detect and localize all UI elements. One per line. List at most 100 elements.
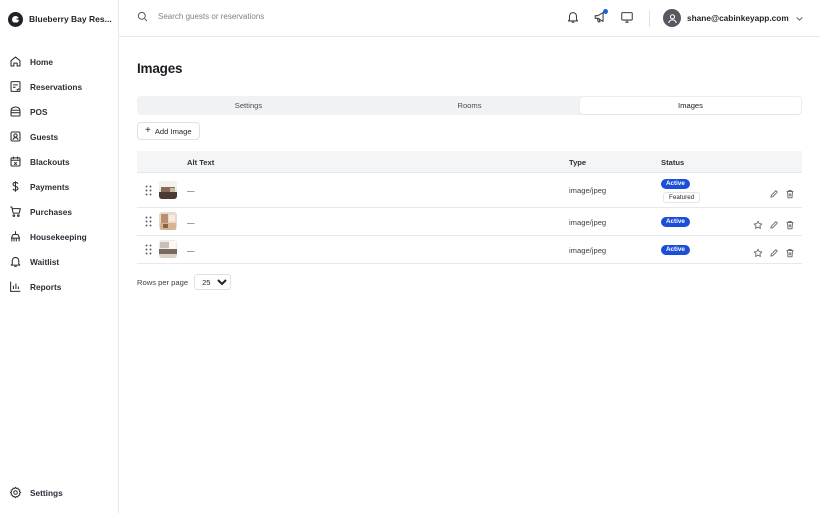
monitor-icon <box>621 12 633 23</box>
calendar-icon <box>10 156 21 167</box>
drag-handle-icon[interactable] <box>145 185 152 196</box>
dollar-icon <box>12 181 19 192</box>
avatar <box>663 9 681 27</box>
user-icon <box>667 13 677 23</box>
sidebar-item-label: Settings <box>30 487 63 498</box>
delete-button[interactable] <box>785 186 795 199</box>
alt-text-cell: — <box>187 218 195 227</box>
feature-button[interactable] <box>753 245 763 257</box>
star-icon <box>753 220 763 229</box>
image-thumbnail[interactable] <box>159 181 177 199</box>
sidebar-item-label: POS <box>30 106 48 117</box>
header-type: Type <box>569 158 587 167</box>
table-row: — image/jpeg Active <box>137 208 802 236</box>
sidebar-item-label: Guests <box>30 131 59 142</box>
sidebar-item-blackouts[interactable]: Blackouts <box>0 149 118 174</box>
sidebar-nav: Home Reservations POS Guests Blackouts P… <box>0 49 118 299</box>
image-thumbnail[interactable] <box>159 212 177 230</box>
notifications-button[interactable] <box>566 10 580 24</box>
rows-per-page-select[interactable]: 25 <box>194 274 232 290</box>
pagination: Rows per page 25 <box>137 274 232 290</box>
rows-per-page-label: Rows per page <box>137 277 189 287</box>
sidebar-settings-section: Settings <box>0 480 118 505</box>
announcements-button[interactable] <box>593 9 608 24</box>
status-badge: Active <box>661 179 690 189</box>
brand[interactable]: Blueberry Bay Res... <box>8 10 112 28</box>
table-row: — image/jpeg Active <box>137 236 802 264</box>
type-cell: image/jpeg <box>569 186 607 195</box>
table-row: — image/jpeg Active Featured <box>137 173 802 208</box>
star-icon <box>753 248 763 257</box>
sidebar-item-purchases[interactable]: Purchases <box>0 199 118 224</box>
tab-settings[interactable]: Settings <box>138 97 359 114</box>
guests-icon <box>10 131 21 142</box>
pencil-icon <box>770 190 778 198</box>
search-bar <box>137 11 418 22</box>
cart-icon <box>10 206 21 217</box>
trash-icon <box>786 249 794 258</box>
sidebar-item-reports[interactable]: Reports <box>0 274 118 299</box>
sidebar-item-label: Housekeeping <box>30 231 87 242</box>
sidebar-item-payments[interactable]: Payments <box>0 174 118 199</box>
sidebar-item-waitlist[interactable]: Waitlist <box>0 249 118 274</box>
sidebar-item-label: Reports <box>30 281 62 292</box>
sidebar-item-housekeeping[interactable]: Housekeeping <box>0 224 118 249</box>
add-image-label: Add Image <box>154 126 192 136</box>
pos-icon <box>10 106 21 117</box>
user-email: shane@cabinkeyapp.com <box>687 13 789 23</box>
edit-button[interactable] <box>769 245 779 257</box>
trash-icon <box>786 221 794 230</box>
plus-icon: + <box>145 125 151 136</box>
sidebar-item-settings[interactable]: Settings <box>0 480 118 505</box>
app-root: Blueberry Bay Res... Home Reservations P… <box>0 0 820 513</box>
topbar-divider <box>649 10 650 27</box>
alt-text-cell: — <box>187 246 195 255</box>
search-input[interactable] <box>158 12 418 21</box>
status-badge: Active <box>661 217 690 227</box>
sidebar-item-label: Payments <box>30 181 70 192</box>
bell-icon <box>567 12 579 23</box>
drag-handle-icon[interactable] <box>145 244 152 255</box>
user-menu[interactable]: shane@cabinkeyapp.com <box>663 9 804 27</box>
sidebar-item-reservations[interactable]: Reservations <box>0 74 118 99</box>
sidebar-item-home[interactable]: Home <box>0 49 118 74</box>
notification-dot <box>603 9 608 14</box>
table-header: Alt Text Type Status <box>137 151 802 173</box>
alt-text-cell: — <box>187 186 195 195</box>
search-icon <box>137 11 148 22</box>
featured-badge: Featured <box>663 192 701 203</box>
edit-button[interactable] <box>769 217 779 229</box>
sidebar-item-label: Purchases <box>30 206 72 217</box>
sidebar: Blueberry Bay Res... Home Reservations P… <box>0 0 119 513</box>
tab-rooms[interactable]: Rooms <box>359 97 580 114</box>
edit-button[interactable] <box>769 186 779 198</box>
topbar-actions <box>566 9 634 24</box>
add-image-button[interactable]: + Add Image <box>137 122 200 140</box>
delete-button[interactable] <box>785 245 795 258</box>
housekeeping-icon <box>10 231 21 242</box>
type-cell: image/jpeg <box>569 218 607 227</box>
status-badge: Active <box>661 245 690 255</box>
pencil-icon <box>770 221 778 229</box>
sidebar-item-label: Reservations <box>30 81 83 92</box>
display-button[interactable] <box>620 10 634 24</box>
header-status: Status <box>661 158 685 167</box>
page-title: Images <box>137 61 183 76</box>
gear-icon <box>9 486 22 499</box>
chart-icon <box>10 281 21 292</box>
type-cell: image/jpeg <box>569 246 607 255</box>
feature-button[interactable] <box>753 217 763 229</box>
delete-button[interactable] <box>785 217 795 230</box>
sidebar-item-pos[interactable]: POS <box>0 99 118 124</box>
header-alt-text: Alt Text <box>187 158 215 167</box>
bell-icon <box>10 256 21 267</box>
home-icon <box>10 56 21 67</box>
trash-icon <box>786 190 794 199</box>
drag-handle-icon[interactable] <box>145 216 152 227</box>
sidebar-item-label: Waitlist <box>30 256 60 267</box>
sidebar-item-guests[interactable]: Guests <box>0 124 118 149</box>
image-thumbnail[interactable] <box>159 240 177 258</box>
tab-images[interactable]: Images <box>580 97 801 114</box>
brand-logo-icon <box>8 11 23 27</box>
reservations-icon <box>10 81 21 92</box>
